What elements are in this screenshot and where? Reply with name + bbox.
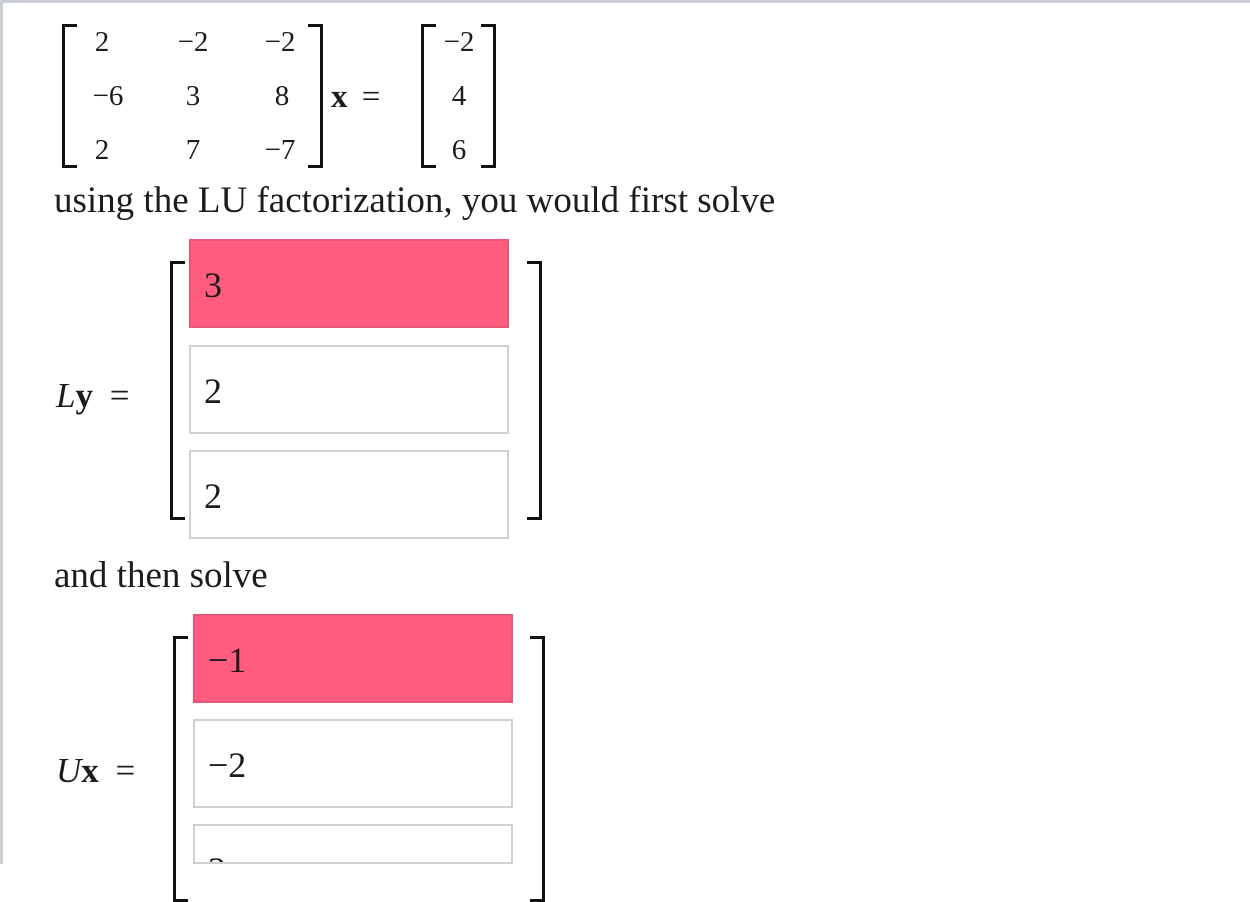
frame-top-border bbox=[0, 0, 1250, 3]
ly-answer-field-2[interactable]: 2 bbox=[189, 345, 509, 434]
ux-answer-field-3[interactable]: 2 bbox=[193, 824, 513, 864]
ly-answer-field-3[interactable]: 2 bbox=[189, 450, 509, 539]
equals-sign: = bbox=[115, 751, 136, 790]
u-symbol: U bbox=[56, 751, 82, 790]
matrix-a-cell: −2 bbox=[264, 26, 296, 58]
matrix-a-cell: −7 bbox=[264, 134, 296, 166]
ux-label: Ux = bbox=[56, 751, 135, 791]
first-solve-text: using the LU factorization, you would fi… bbox=[54, 180, 776, 221]
ux-right-bracket bbox=[530, 636, 545, 902]
matrix-a-cell: 3 bbox=[185, 80, 201, 112]
ly-label: Ly = bbox=[56, 376, 129, 416]
x-symbol: x bbox=[81, 751, 99, 790]
matrix-a-cell: −2 bbox=[177, 26, 209, 58]
vector-b-cell: 6 bbox=[451, 134, 467, 166]
then-solve-text: and then solve bbox=[54, 555, 268, 596]
ux-left-bracket bbox=[173, 636, 188, 902]
x-variable: x bbox=[331, 79, 348, 115]
y-symbol: y bbox=[75, 376, 93, 415]
system-x-equals: x = bbox=[331, 77, 380, 117]
ux-answer-field-2[interactable]: −2 bbox=[193, 719, 513, 808]
ux-answer-field-1[interactable]: −1 bbox=[193, 614, 513, 703]
matrix-a-cell: 2 bbox=[94, 26, 110, 58]
matrix-a-cell: 7 bbox=[185, 134, 201, 166]
frame-left-border bbox=[0, 0, 3, 864]
matrix-a-cell: −6 bbox=[92, 80, 124, 112]
ly-right-bracket bbox=[527, 261, 542, 520]
matrix-a-cell: 8 bbox=[274, 80, 290, 112]
ly-answer-field-1[interactable]: 3 bbox=[189, 239, 509, 328]
matrix-a-cell: 2 bbox=[94, 134, 110, 166]
ly-left-bracket bbox=[170, 261, 185, 520]
vector-b-cell: −2 bbox=[443, 26, 475, 58]
equals-sign: = bbox=[109, 376, 130, 415]
l-symbol: L bbox=[56, 376, 76, 415]
equals-sign: = bbox=[361, 79, 381, 115]
vector-b-cell: 4 bbox=[451, 80, 467, 112]
